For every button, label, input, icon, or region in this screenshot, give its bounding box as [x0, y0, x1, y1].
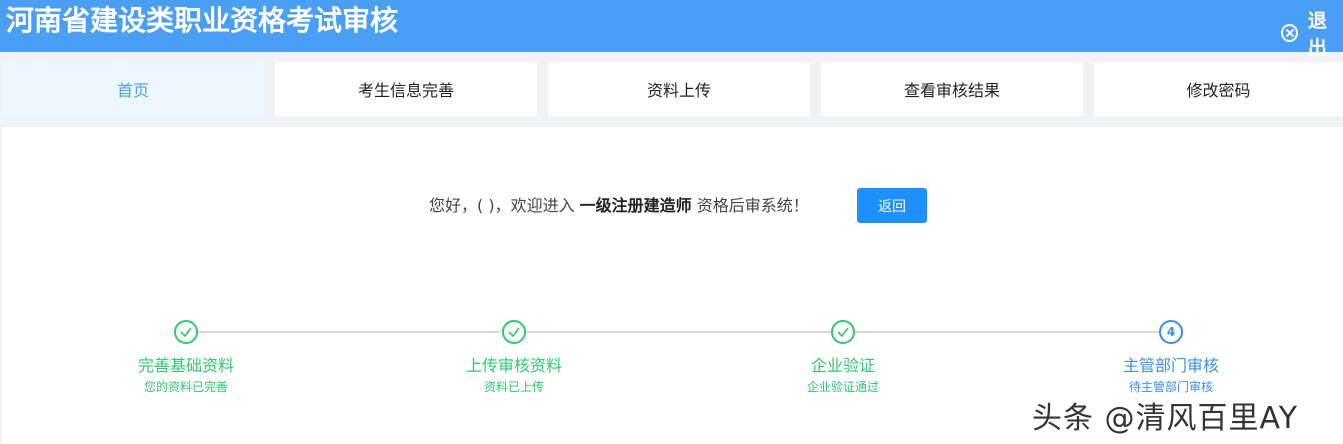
tab-home[interactable]: 首页 [2, 62, 264, 116]
step-2-title: 上传审核资料 [465, 356, 562, 375]
tab-upload[interactable]: 资料上传 [548, 62, 810, 116]
step-connector [198, 331, 500, 333]
step-connector [526, 331, 831, 333]
step-1-title: 完善基础资料 [137, 356, 234, 375]
greeting-prefix: 您好，( )，欢迎进入 [429, 196, 580, 215]
step-connector [855, 331, 1160, 333]
step-4-number-icon: 4 [1159, 320, 1183, 344]
main-nav: 首页 考生信息完善 资料上传 查看审核结果 修改密码 [0, 62, 1343, 116]
step-3-check-icon [831, 320, 855, 344]
tab-candidate-info[interactable]: 考生信息完善 [275, 62, 537, 116]
logout-label: 退出 [1307, 10, 1327, 59]
step-2-desc: 资料已上传 [483, 380, 544, 394]
step-2-check-icon [502, 320, 526, 344]
step-3-title: 企业验证 [810, 356, 875, 375]
back-button[interactable]: 返回 [857, 188, 927, 223]
qualification-name: 一级注册建造师 [579, 196, 692, 215]
step-1-desc: 您的资料已完善 [143, 380, 228, 394]
step-1-check-icon [174, 320, 198, 344]
tab-review-result[interactable]: 查看审核结果 [821, 62, 1083, 116]
app-header: 河南省建设类职业资格考试审核 退出 [0, 0, 1343, 59]
greeting-suffix: 资格后审系统！ [691, 196, 809, 215]
close-circle-icon [1281, 24, 1298, 42]
step-4-title: 主管部门审核 [1122, 356, 1219, 375]
app-title: 河南省建设类职业资格考试审核 [6, 4, 399, 37]
logout-button[interactable]: 退出 [1281, 6, 1343, 60]
watermark: 头条 @清风百里AY [1032, 401, 1299, 436]
tab-change-password[interactable]: 修改密码 [1094, 62, 1343, 116]
step-3-desc: 企业验证通过 [806, 380, 879, 394]
greeting-text: 您好，( )，欢迎进入 一级注册建造师 资格后审系统！ [429, 194, 809, 218]
